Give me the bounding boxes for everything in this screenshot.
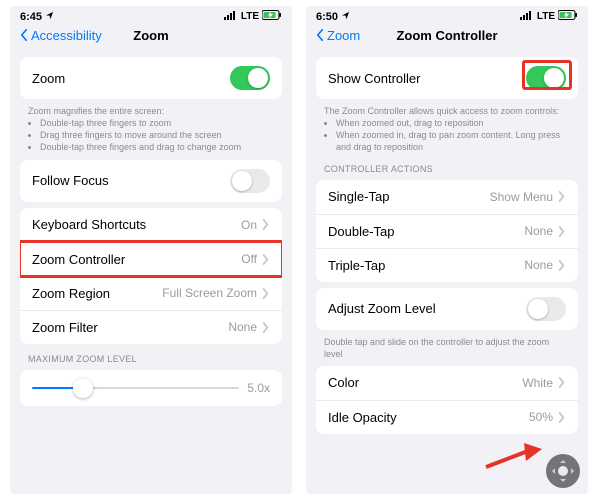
keyboard-shortcuts-row[interactable]: Keyboard Shortcuts On: [20, 208, 282, 242]
controller-actions-header: CONTROLLER ACTIONS: [324, 164, 570, 174]
row-label: Single-Tap: [328, 189, 389, 204]
row-value: Off: [241, 252, 257, 266]
adjust-zoom-description: Double tap and slide on the controller t…: [324, 336, 570, 360]
zoom-controller-widget[interactable]: [546, 454, 580, 488]
battery-icon: [558, 10, 578, 23]
row-label: Follow Focus: [32, 173, 109, 188]
status-network: LTE: [241, 11, 259, 22]
chevron-right-icon: [261, 288, 270, 299]
back-label: Accessibility: [31, 28, 102, 43]
zoom-toggle-row[interactable]: Zoom: [20, 57, 282, 99]
zoom-filter-row[interactable]: Zoom Filter None: [20, 310, 282, 344]
row-value: None: [228, 320, 257, 334]
row-label: Adjust Zoom Level: [328, 301, 436, 316]
row-label: Keyboard Shortcuts: [32, 217, 146, 232]
max-zoom-slider[interactable]: [32, 378, 239, 398]
zoom-description: Zoom magnifies the entire screen: Double…: [28, 105, 274, 154]
row-label: Zoom Filter: [32, 320, 98, 335]
chevron-right-icon: [557, 260, 566, 271]
single-tap-row[interactable]: Single-Tap Show Menu: [316, 180, 578, 214]
status-time: 6:45: [20, 11, 42, 23]
status-bar: 6:50 LTE: [306, 6, 588, 25]
row-label: Zoom: [32, 71, 65, 86]
nav-bar: Zoom Zoom Controller: [306, 25, 588, 51]
zoom-controller-row[interactable]: Zoom Controller Off: [20, 242, 282, 276]
signal-icon: [520, 11, 534, 23]
row-value: 50%: [529, 410, 553, 424]
status-bar: 6:45 LTE: [10, 6, 292, 25]
row-label: Color: [328, 375, 359, 390]
zoom-region-row[interactable]: Zoom Region Full Screen Zoom: [20, 276, 282, 310]
row-value: White: [522, 376, 553, 390]
row-value: Full Screen Zoom: [162, 286, 257, 300]
row-label: Show Controller: [328, 71, 421, 86]
page-title: Zoom Controller: [396, 28, 497, 43]
row-value: None: [524, 258, 553, 272]
row-value: On: [241, 218, 257, 232]
page-title: Zoom: [133, 28, 168, 43]
row-value: None: [524, 224, 553, 238]
back-label: Zoom: [327, 28, 360, 43]
chevron-right-icon: [557, 412, 566, 423]
row-label: Idle Opacity: [328, 410, 397, 425]
battery-icon: [262, 10, 282, 23]
chevron-right-icon: [557, 377, 566, 388]
nav-bar: Accessibility Zoom: [10, 25, 292, 51]
row-label: Zoom Controller: [32, 252, 125, 267]
show-controller-toggle[interactable]: [526, 66, 566, 90]
triple-tap-row[interactable]: Triple-Tap None: [316, 248, 578, 282]
signal-icon: [224, 11, 238, 23]
show-controller-description: The Zoom Controller allows quick access …: [324, 105, 570, 154]
row-label: Double-Tap: [328, 224, 395, 239]
follow-focus-row[interactable]: Follow Focus: [20, 160, 282, 202]
double-tap-row[interactable]: Double-Tap None: [316, 214, 578, 248]
chevron-right-icon: [261, 322, 270, 333]
idle-opacity-row[interactable]: Idle Opacity 50%: [316, 400, 578, 434]
show-controller-row[interactable]: Show Controller: [316, 57, 578, 99]
status-network: LTE: [537, 11, 555, 22]
adjust-zoom-toggle[interactable]: [526, 297, 566, 321]
max-zoom-slider-row[interactable]: 5.0x: [20, 370, 282, 406]
annotation-arrow-icon: [484, 443, 544, 476]
chevron-right-icon: [557, 191, 566, 202]
zoom-toggle[interactable]: [230, 66, 270, 90]
max-zoom-value: 5.0x: [247, 381, 270, 395]
max-zoom-header: MAXIMUM ZOOM LEVEL: [28, 354, 274, 364]
location-icon: [341, 11, 350, 23]
screen-zoom-settings: 6:45 LTE Accessibility Zoom: [10, 6, 292, 494]
row-label: Triple-Tap: [328, 258, 385, 273]
back-button[interactable]: Accessibility: [18, 28, 102, 43]
follow-focus-toggle[interactable]: [230, 169, 270, 193]
chevron-right-icon: [261, 219, 270, 230]
adjust-zoom-level-row[interactable]: Adjust Zoom Level: [316, 288, 578, 330]
screen-zoom-controller: 6:50 LTE Zoom Zoom Controller: [306, 6, 588, 494]
row-label: Zoom Region: [32, 286, 110, 301]
color-row[interactable]: Color White: [316, 366, 578, 400]
location-icon: [45, 11, 54, 23]
chevron-right-icon: [557, 226, 566, 237]
row-value: Show Menu: [490, 190, 553, 204]
status-time: 6:50: [316, 11, 338, 23]
chevron-right-icon: [261, 254, 270, 265]
back-button[interactable]: Zoom: [314, 28, 360, 43]
